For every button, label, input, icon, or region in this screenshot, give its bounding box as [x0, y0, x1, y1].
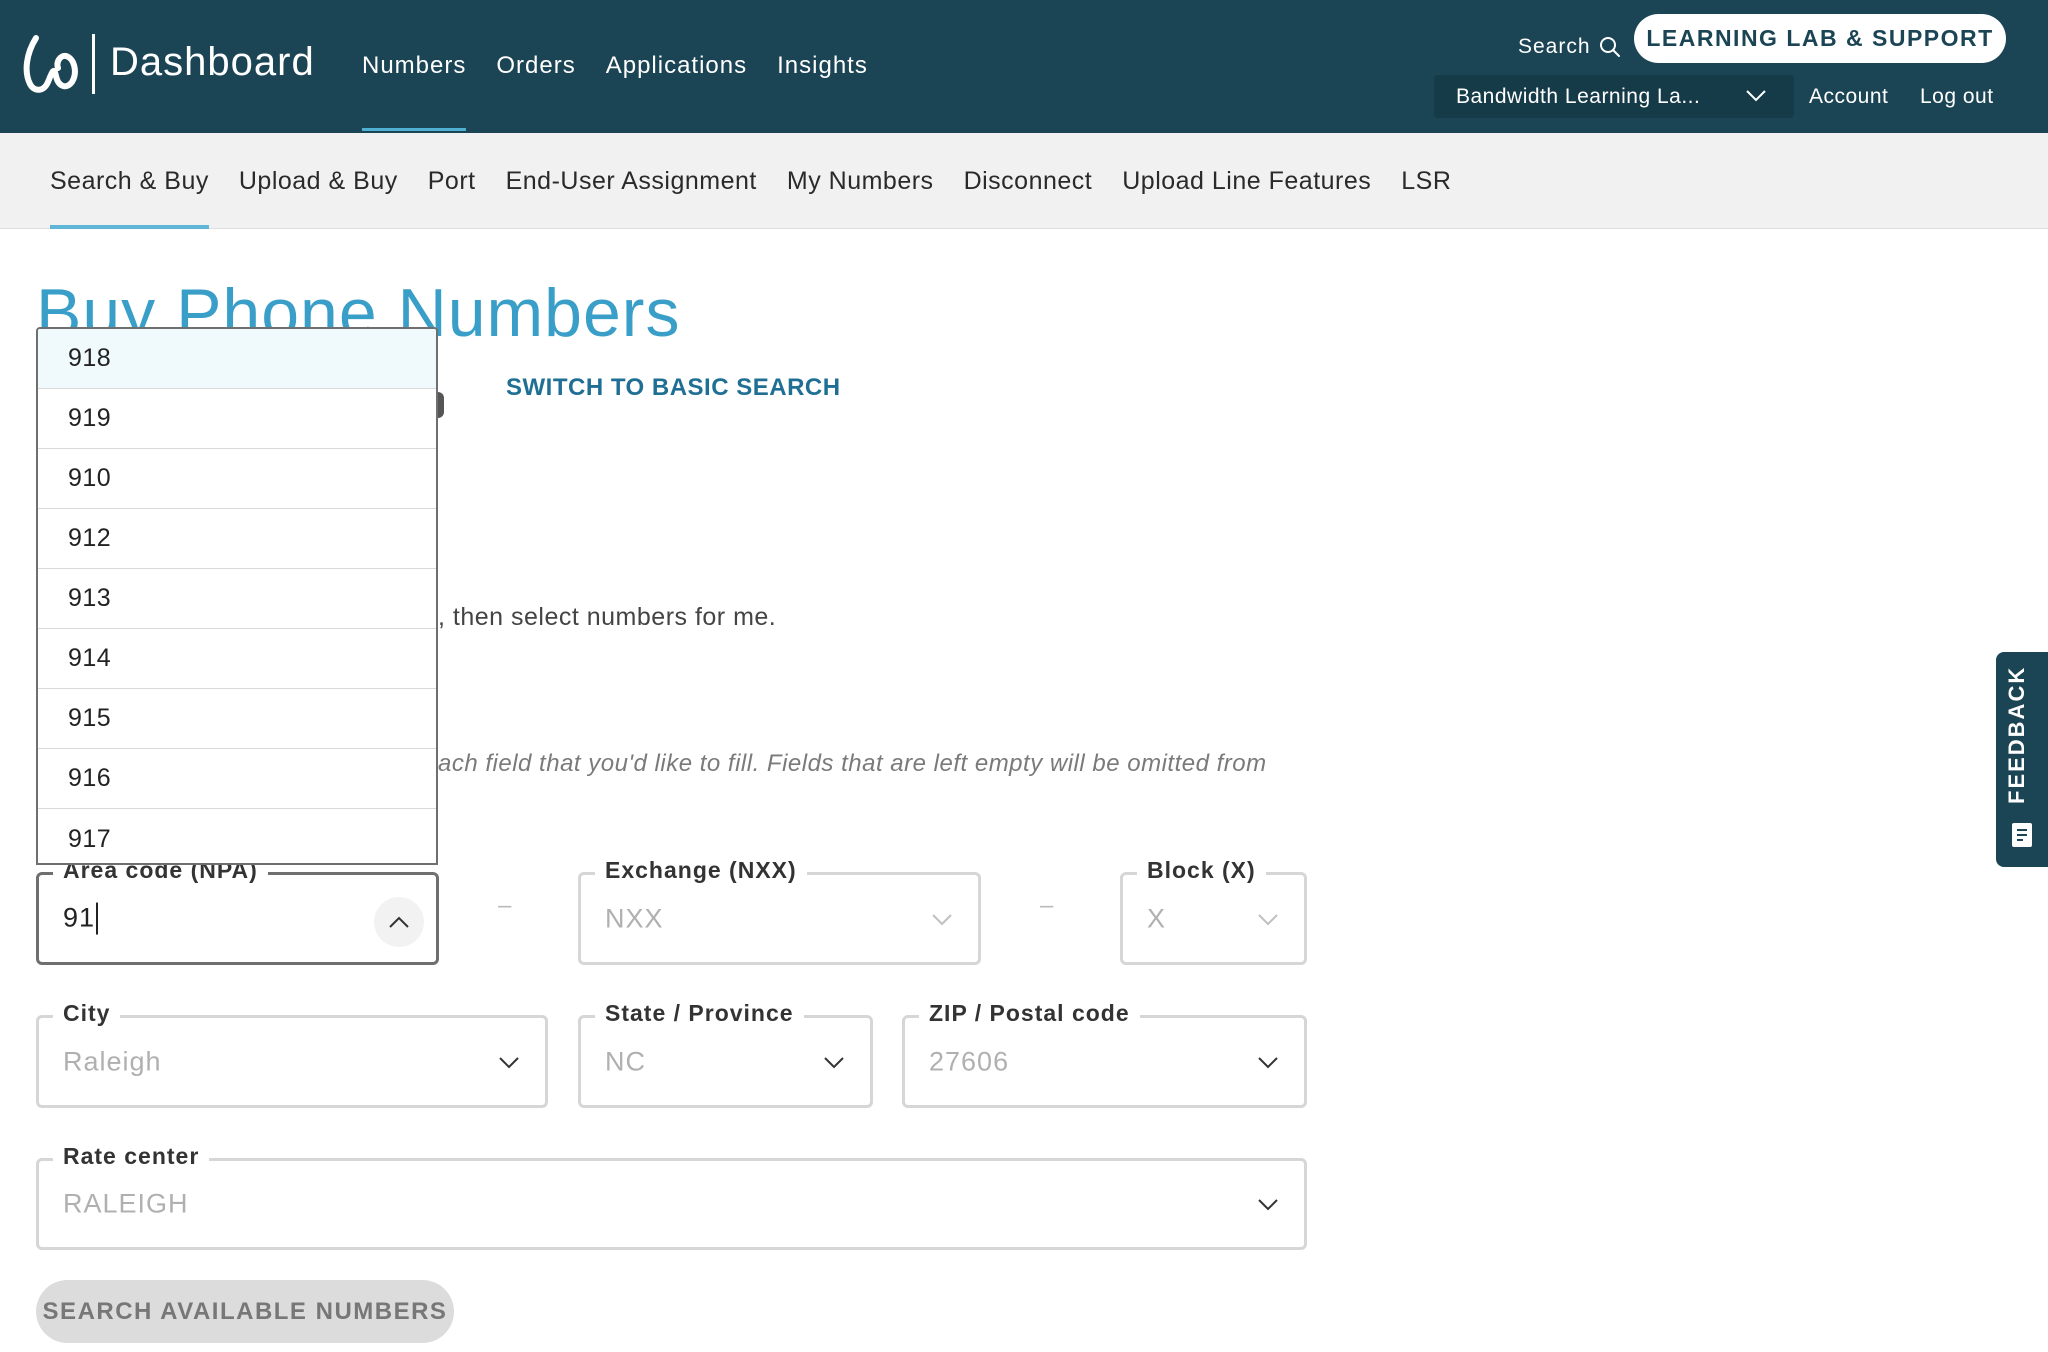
- exchange-input[interactable]: NXX: [605, 903, 664, 934]
- block-field[interactable]: Block (X) X: [1120, 857, 1307, 965]
- switch-to-basic-search-link[interactable]: SWITCH TO BASIC SEARCH: [506, 374, 841, 402]
- zip-label: ZIP / Postal code: [919, 1000, 1140, 1027]
- tab-port[interactable]: Port: [428, 167, 476, 229]
- account-select[interactable]: Bandwidth Learning La...: [1434, 75, 1794, 118]
- dropdown-option[interactable]: 919: [38, 389, 436, 449]
- rate-center-label: Rate center: [53, 1143, 210, 1170]
- chevron-down-icon: [1258, 1199, 1278, 1211]
- account-link[interactable]: Account: [1809, 85, 1888, 109]
- helper-text: , then select numbers for me.: [438, 603, 777, 631]
- search-icon: [1599, 37, 1620, 57]
- tab-my-numbers[interactable]: My Numbers: [787, 167, 934, 229]
- account-select-value: Bandwidth Learning La...: [1456, 84, 1701, 108]
- dropdown-option[interactable]: 912: [38, 509, 436, 569]
- dropdown-option[interactable]: 916: [38, 749, 436, 809]
- zip-input[interactable]: 27606: [929, 1046, 1009, 1077]
- tab-search-and-buy[interactable]: Search & Buy: [50, 167, 209, 229]
- area-code-input[interactable]: 91: [63, 902, 99, 935]
- top-header: Dashboard Numbers Orders Applications In…: [0, 0, 2048, 133]
- dropdown-option[interactable]: 918: [38, 329, 436, 389]
- bandwidth-logo-icon[interactable]: [22, 32, 78, 96]
- tab-lsr[interactable]: LSR: [1401, 167, 1451, 229]
- separator-dash: –: [498, 892, 512, 919]
- chevron-up-icon: [389, 916, 409, 928]
- dropdown-option[interactable]: 910: [38, 449, 436, 509]
- feedback-icon: [2012, 823, 2032, 847]
- nav-insights[interactable]: Insights: [777, 52, 868, 133]
- brand-title[interactable]: Dashboard: [110, 40, 315, 85]
- nav-numbers[interactable]: Numbers: [362, 52, 467, 133]
- tab-upload-and-buy[interactable]: Upload & Buy: [239, 167, 398, 229]
- feedback-tab[interactable]: FEEDBACK: [1996, 652, 2048, 867]
- nav-applications[interactable]: Applications: [606, 52, 747, 133]
- tab-upload-line-features[interactable]: Upload Line Features: [1122, 167, 1371, 229]
- state-field[interactable]: State / Province NC: [578, 1000, 873, 1108]
- exchange-field[interactable]: Exchange (NXX) NXX: [578, 857, 981, 965]
- chevron-down-icon: [1258, 1056, 1278, 1068]
- chevron-down-icon: [499, 1056, 519, 1068]
- block-label: Block (X): [1137, 857, 1266, 884]
- feedback-label: FEEDBACK: [2004, 665, 2029, 804]
- collapse-button[interactable]: [374, 897, 424, 947]
- rate-center-field[interactable]: Rate center RALEIGH: [36, 1143, 1307, 1250]
- nav-orders[interactable]: Orders: [496, 52, 575, 133]
- exchange-label: Exchange (NXX): [595, 857, 807, 884]
- chevron-down-icon: [1258, 913, 1278, 925]
- header-search-label: Search: [1518, 35, 1591, 58]
- dropdown-option[interactable]: 914: [38, 629, 436, 689]
- dropdown-option[interactable]: 917: [38, 809, 436, 863]
- separator-dash: –: [1040, 892, 1054, 919]
- city-label: City: [53, 1000, 121, 1027]
- dropdown-option[interactable]: 913: [38, 569, 436, 629]
- city-field[interactable]: City Raleigh: [36, 1000, 548, 1108]
- state-label: State / Province: [595, 1000, 804, 1027]
- learning-lab-support-button[interactable]: LEARNING LAB & SUPPORT: [1634, 14, 2006, 63]
- sub-nav: Search & Buy Upload & Buy Port End-User …: [0, 133, 2048, 229]
- dropdown-option[interactable]: 915: [38, 689, 436, 749]
- area-code-dropdown: 918 919 910 912 913 914 915 916 917: [36, 327, 438, 865]
- city-input[interactable]: Raleigh: [63, 1046, 162, 1077]
- chevron-down-icon: [932, 913, 952, 925]
- header-search-link[interactable]: Search: [1518, 35, 1621, 59]
- chevron-down-icon: [824, 1056, 844, 1068]
- rate-center-input[interactable]: RALEIGH: [63, 1189, 189, 1220]
- tab-end-user-assignment[interactable]: End-User Assignment: [506, 167, 757, 229]
- text-caret: [96, 902, 99, 935]
- chevron-down-icon: [1746, 90, 1766, 102]
- main-nav: Numbers Orders Applications Insights: [362, 52, 868, 133]
- area-code-value: 91: [63, 902, 96, 933]
- search-available-numbers-button[interactable]: SEARCH AVAILABLE NUMBERS: [36, 1280, 454, 1343]
- state-input[interactable]: NC: [605, 1046, 646, 1077]
- logout-link[interactable]: Log out: [1920, 85, 1994, 109]
- logo-divider: [92, 34, 95, 94]
- block-input[interactable]: X: [1147, 903, 1166, 934]
- area-code-field[interactable]: Area code (NPA) 91: [36, 857, 439, 965]
- zip-field[interactable]: ZIP / Postal code 27606: [902, 1000, 1307, 1108]
- tab-disconnect[interactable]: Disconnect: [964, 167, 1093, 229]
- instruction-text: ach field that you'd like to fill. Field…: [438, 750, 1267, 777]
